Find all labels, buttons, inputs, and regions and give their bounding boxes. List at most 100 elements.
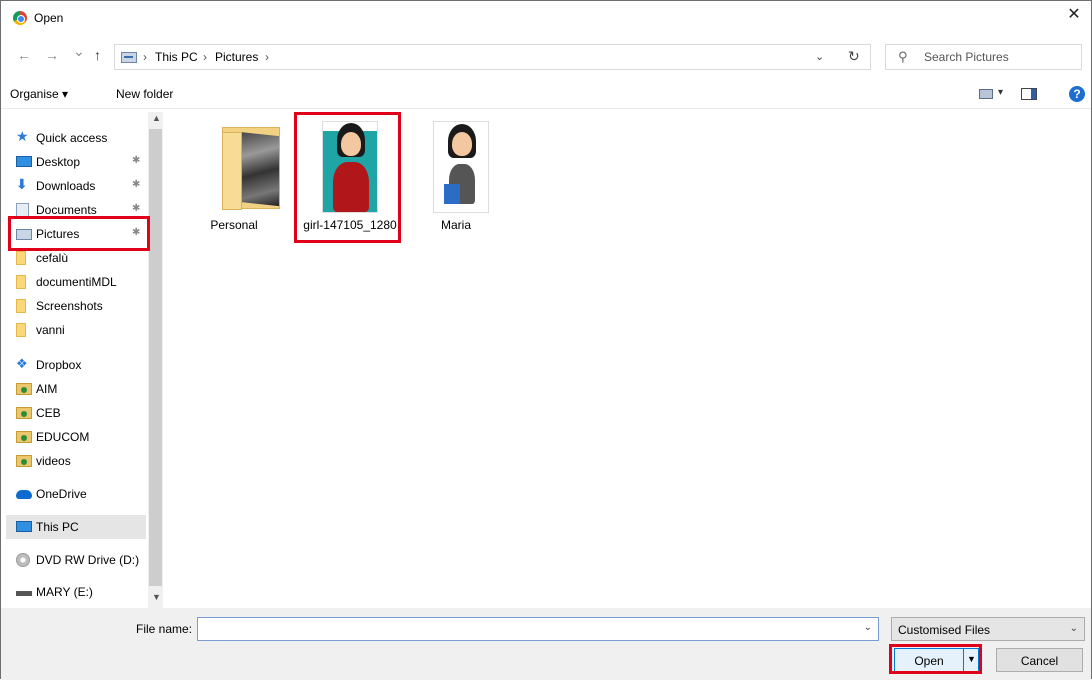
file-name: Maria — [440, 218, 471, 232]
sidebar-item-label: EDUCOM — [36, 430, 90, 444]
title-bar: Open ✕ — [1, 1, 1091, 35]
folder-icon — [16, 323, 26, 337]
image-thumbnail — [433, 121, 489, 213]
scroll-up-icon[interactable]: ▲ — [152, 113, 161, 123]
file-name-dropdown-icon[interactable]: ⌄ — [864, 622, 872, 633]
sidebar-item-desktop[interactable]: Desktop ✱ — [6, 150, 146, 174]
sidebar-item-documentimdl[interactable]: documentiMDL — [6, 270, 146, 294]
sidebar-item-mary-drive[interactable]: MARY (E:) — [6, 580, 146, 604]
navigation-pane-scrollbar[interactable] — [148, 112, 163, 608]
file-name-label: File name: — [136, 622, 193, 636]
download-icon: ⬇ — [16, 176, 28, 192]
breadcrumb-separator[interactable]: › — [265, 50, 269, 64]
sidebar-item-aim[interactable]: AIM — [6, 377, 146, 401]
file-type-filter-select[interactable]: Customised Files ⌄ — [891, 617, 1085, 641]
sidebar-item-ceb[interactable]: CEB — [6, 401, 146, 425]
cancel-button-label: Cancel — [1020, 654, 1059, 668]
star-icon: ★ — [16, 128, 29, 144]
scroll-down-icon[interactable]: ▼ — [152, 592, 161, 602]
breadcrumb-this-pc[interactable]: This PC — [155, 50, 198, 64]
sidebar-item-onedrive[interactable]: OneDrive — [6, 482, 146, 506]
folder-icon — [16, 299, 26, 313]
shared-folder-icon — [16, 383, 32, 395]
book-shape — [444, 184, 460, 204]
file-name: Personal — [210, 218, 258, 232]
breadcrumb-pictures[interactable]: Pictures — [215, 50, 258, 64]
sidebar-item-quick-access[interactable]: ★ Quick access — [6, 126, 146, 150]
sidebar-item-label: videos — [36, 454, 71, 468]
open-button-highlight-box — [889, 644, 982, 674]
address-bar[interactable]: › This PC › Pictures › ⌄ ↻ — [114, 44, 871, 70]
file-type-filter-value: Customised Files — [898, 623, 991, 637]
organise-menu-button[interactable]: Organise ▾ — [10, 87, 68, 101]
change-view-icon[interactable] — [979, 89, 993, 99]
sidebar-item-label: AIM — [36, 382, 58, 396]
sidebar-item-label: CEB — [36, 406, 61, 420]
chrome-icon — [13, 11, 27, 25]
refresh-icon[interactable]: ↻ — [848, 48, 860, 65]
sidebar-item-label: vanni — [36, 323, 65, 337]
window-title: Open — [34, 11, 64, 25]
file-item-folder[interactable]: Personal — [184, 112, 284, 232]
open-file-dialog: Open ✕ ← → ⌄ ↑ › This PC › Pictures › ⌄ … — [0, 0, 1092, 680]
sidebar-item-downloads[interactable]: ⬇ Downloads ✱ — [6, 174, 146, 198]
desktop-icon — [16, 156, 32, 167]
shared-folder-icon — [16, 431, 32, 443]
scrollbar-thumb[interactable] — [149, 129, 162, 586]
sidebar-item-this-pc[interactable]: This PC — [6, 515, 146, 539]
folder-preview-image — [239, 131, 279, 207]
sidebar-item-label: Dropbox — [36, 358, 82, 372]
forward-arrow-icon[interactable]: → — [45, 47, 59, 63]
sidebar-item-label: This PC — [36, 520, 79, 534]
search-icon: ⚲ — [898, 49, 908, 64]
chevron-down-icon: ⌄ — [1069, 623, 1078, 634]
sidebar-item-label: MARY (E:) — [36, 585, 93, 599]
preview-pane-icon[interactable] — [1021, 88, 1037, 100]
sidebar-item-label: cefalù — [36, 251, 69, 265]
address-dropdown-icon[interactable]: ⌄ — [815, 50, 824, 63]
usb-drive-icon — [16, 591, 32, 596]
sidebar-item-label: Documents — [36, 203, 97, 217]
search-input[interactable]: ⚲ Search Pictures — [885, 44, 1082, 70]
sidebar-item-vanni[interactable]: vanni — [6, 318, 146, 342]
shared-folder-icon — [16, 407, 32, 419]
cancel-button[interactable]: Cancel — [996, 648, 1083, 672]
sidebar-item-screenshots[interactable]: Screenshots — [6, 294, 146, 318]
pin-icon: ✱ — [132, 203, 141, 214]
back-arrow-icon[interactable]: ← — [17, 47, 31, 63]
recent-locations-icon[interactable]: ⌄ — [73, 43, 85, 60]
face-shape — [452, 132, 472, 156]
navigation-pane: ★ Quick access Desktop ✱ ⬇ Downloads ✱ D… — [6, 112, 161, 608]
close-button[interactable]: ✕ — [1057, 1, 1091, 31]
file-item-image[interactable]: Maria — [406, 112, 506, 232]
sidebar-item-educom[interactable]: EDUCOM — [6, 425, 146, 449]
new-folder-button[interactable]: New folder — [116, 87, 173, 101]
sidebar-item-label: documentiMDL — [36, 275, 117, 289]
folder-flap — [222, 132, 242, 210]
breadcrumb-separator: › — [203, 50, 207, 64]
command-toolbar: Organise ▾ New folder ▾ ? — [1, 79, 1091, 109]
file-name-input[interactable] — [202, 619, 842, 639]
dvd-drive-icon — [16, 553, 30, 567]
dropbox-icon: ❖ — [16, 356, 28, 371]
breadcrumb-separator: › — [143, 50, 147, 64]
view-options-caret-icon[interactable]: ▾ — [998, 87, 1003, 98]
up-arrow-icon[interactable]: ↑ — [94, 47, 101, 63]
folder-icon — [16, 275, 26, 289]
pictures-highlight-box — [8, 216, 150, 251]
sidebar-item-label: DVD RW Drive (D:) — [36, 553, 140, 567]
onedrive-icon — [16, 490, 32, 499]
this-pc-icon — [16, 521, 32, 532]
search-placeholder: Search Pictures — [924, 50, 1009, 64]
file-name-field[interactable]: ⌄ — [197, 617, 879, 641]
help-icon[interactable]: ? — [1069, 86, 1085, 102]
sidebar-item-label: OneDrive — [36, 487, 87, 501]
shared-folder-icon — [16, 455, 32, 467]
sidebar-item-videos[interactable]: videos — [6, 449, 146, 473]
sidebar-item-dvd-drive[interactable]: DVD RW Drive (D:) — [6, 548, 146, 572]
pin-icon: ✱ — [132, 155, 141, 166]
sidebar-item-dropbox[interactable]: ❖ Dropbox — [6, 353, 146, 377]
sidebar-item-label: Quick access — [36, 131, 108, 145]
navigation-bar: ← → ⌄ ↑ › This PC › Pictures › ⌄ ↻ ⚲ Sea… — [1, 41, 1091, 73]
image-highlight-box — [294, 112, 401, 243]
